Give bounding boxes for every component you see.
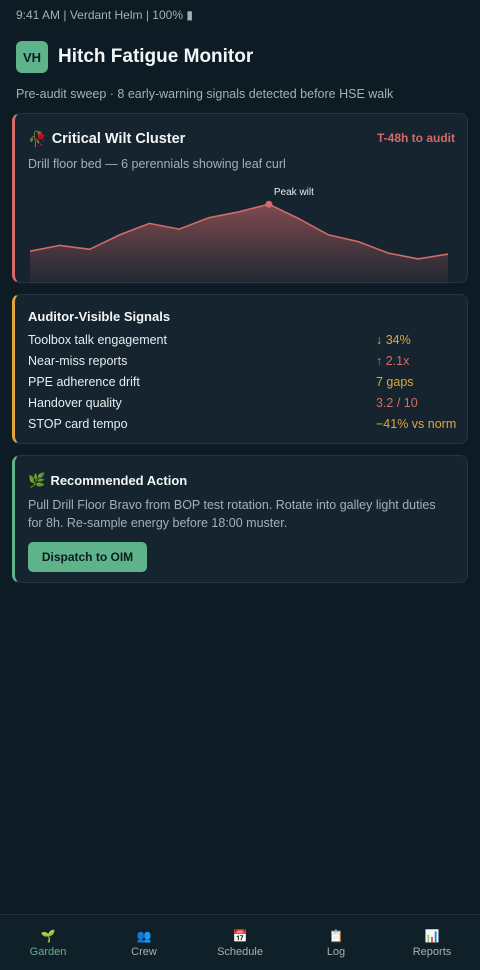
signal-row: Toolbox talk engagement ↓ 34% [28, 333, 458, 354]
bar-chart-icon: 📊 [424, 929, 440, 943]
signals-list: Toolbox talk engagement ↓ 34% Near-miss … [28, 333, 458, 438]
signal-row: Near-miss reports ↑ 2.1x [28, 354, 458, 375]
nav-label: Schedule [217, 946, 263, 958]
signal-label: Toolbox talk engagement [28, 333, 167, 347]
signal-value: ↓ 34% [376, 333, 411, 347]
nav-label: Log [326, 946, 346, 958]
dispatch-to-oim-button[interactable]: Dispatch to OIM [28, 542, 147, 572]
page-title: Hitch Fatigue Monitor [58, 46, 254, 67]
avatar[interactable]: VH [16, 41, 48, 73]
alert-description: Drill floor bed — 6 perennials showing l… [28, 157, 286, 171]
wilted-flower-icon: 🥀 [28, 131, 47, 148]
signal-row: PPE adherence drift 7 gaps [28, 375, 458, 396]
signal-label: Handover quality [28, 396, 122, 410]
alert-title: 🥀 Critical Wilt Cluster [28, 130, 185, 148]
signals-title: Auditor-Visible Signals [28, 309, 171, 324]
app-header: VH Hitch Fatigue Monitor [16, 41, 253, 73]
signal-value: ↑ 2.1x [376, 354, 410, 368]
seedling-icon: 🌱 [40, 929, 56, 943]
signal-value: −41% vs norm [376, 417, 457, 431]
nav-label: Crew [131, 946, 157, 958]
signal-label: PPE adherence drift [28, 375, 140, 389]
signal-value: 7 gaps [376, 375, 414, 389]
chart-area [30, 204, 448, 284]
signal-value: 3.2 / 10 [376, 396, 418, 410]
action-title: 🌿 Recommended Action [28, 472, 187, 489]
signal-label: STOP card tempo [28, 417, 128, 431]
bottom-nav: 🌱 Garden 👥 Crew 📅 Schedule 📋 Log 📊 Repor… [0, 914, 480, 970]
countdown-badge: T-48h to audit [377, 131, 455, 145]
herb-icon: 🌿 [28, 472, 46, 488]
action-description: Pull Drill Floor Bravo from BOP test rot… [28, 498, 436, 530]
people-icon: 👥 [136, 929, 152, 943]
nav-item-reports[interactable]: 📊 Reports [384, 915, 480, 970]
critical-alert-card[interactable]: 🥀 Critical Wilt Cluster T-48h to audit D… [12, 113, 468, 284]
signal-label: Near-miss reports [28, 354, 128, 368]
peak-point [265, 200, 273, 208]
recommended-action-card: 🌿 Recommended Action Pull Drill Floor Br… [12, 455, 468, 583]
peak-annotation: Peak wilt [274, 187, 314, 198]
calendar-icon: 📅 [232, 929, 248, 943]
wilt-trend-chart: Peak wilt [29, 187, 449, 284]
signal-row: STOP card tempo −41% vs norm [28, 417, 458, 438]
clipboard-icon: 📋 [328, 929, 344, 943]
page-subtitle: Pre-audit sweep · 8 early-warning signal… [16, 87, 394, 101]
alert-title-label: Critical Wilt Cluster [51, 131, 186, 147]
signal-row: Handover quality 3.2 / 10 [28, 396, 458, 417]
action-title-label: Recommended Action [50, 473, 188, 488]
signals-card: Auditor-Visible Signals Toolbox talk eng… [12, 294, 468, 444]
nav-item-schedule[interactable]: 📅 Schedule [192, 915, 288, 970]
nav-item-log[interactable]: 📋 Log [288, 915, 384, 970]
nav-item-crew[interactable]: 👥 Crew [96, 915, 192, 970]
nav-item-garden[interactable]: 🌱 Garden [0, 915, 96, 970]
status-bar: 9:41 AM | Verdant Helm | 100% ▮ [16, 8, 193, 22]
nav-label: Garden [29, 946, 67, 958]
nav-label: Reports [412, 946, 452, 958]
